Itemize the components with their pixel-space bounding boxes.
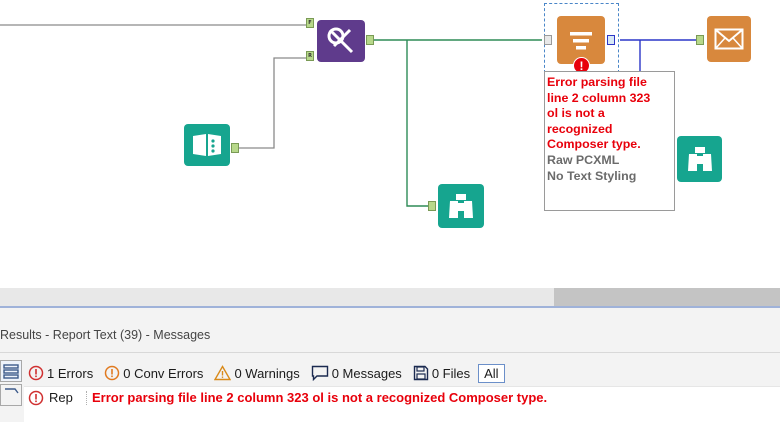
report-input-anchor[interactable] bbox=[544, 35, 552, 45]
message-row[interactable]: Rep Error parsing file line 2 column 323… bbox=[24, 386, 780, 408]
message-filter-bar: 1 Errors 0 Conv Errors 0 Warnings 0 Mess… bbox=[28, 362, 516, 384]
filter-warnings-label: 0 Warnings bbox=[234, 365, 300, 381]
tooltip-error-text: Error parsing file line 2 column 323 ol … bbox=[547, 75, 651, 152]
data-grid-icon bbox=[5, 388, 19, 394]
conversion-error-icon bbox=[104, 365, 120, 381]
book-output-anchor[interactable] bbox=[231, 143, 239, 153]
column-divider bbox=[86, 390, 87, 405]
scrollbar-thumb[interactable] bbox=[554, 288, 780, 306]
formula-tool-icon bbox=[327, 27, 354, 54]
formula-tool[interactable] bbox=[317, 20, 365, 62]
binoculars-icon bbox=[449, 194, 473, 218]
anchor-r-label: R bbox=[308, 53, 312, 59]
browse-tool-bottom[interactable] bbox=[438, 184, 484, 228]
file-save-icon bbox=[413, 365, 429, 381]
message-text: Error parsing file line 2 column 323 ol … bbox=[92, 390, 548, 405]
browse-tool-right[interactable] bbox=[677, 136, 722, 182]
formula-output-anchor[interactable] bbox=[366, 35, 374, 45]
filter-files-button[interactable]: 0 Files bbox=[413, 365, 470, 381]
error-circle-icon bbox=[28, 365, 44, 381]
book-input-tool[interactable] bbox=[184, 124, 230, 166]
filter-files-label: 0 Files bbox=[431, 365, 471, 381]
envelope-icon bbox=[714, 28, 744, 50]
formula-input-r-anchor[interactable]: R bbox=[306, 51, 314, 61]
tool-error-tooltip: Error parsing file line 2 column 323 ol … bbox=[544, 71, 675, 211]
filter-messages-button[interactable]: 0 Messages bbox=[311, 365, 402, 381]
canvas-horizontal-scrollbar[interactable] bbox=[0, 288, 780, 306]
error-circle-icon bbox=[28, 390, 44, 406]
message-tool-name: Rep bbox=[49, 390, 73, 405]
filter-messages-label: 0 Messages bbox=[331, 365, 402, 381]
email-input-anchor[interactable] bbox=[696, 35, 704, 45]
filter-errors-button[interactable]: 1 Errors bbox=[28, 365, 93, 381]
filter-conv-errors-button[interactable]: 0 Conv Errors bbox=[104, 365, 203, 381]
anchor-f-label: F bbox=[308, 20, 312, 26]
warning-triangle-icon bbox=[214, 365, 232, 381]
formula-input-f-anchor[interactable]: F bbox=[306, 18, 314, 28]
list-view-icon bbox=[3, 364, 19, 379]
email-tool[interactable] bbox=[707, 16, 751, 62]
filter-errors-label: 1 Errors bbox=[47, 365, 94, 381]
results-panel-title: Results - Report Text (39) - Messages bbox=[0, 328, 211, 342]
messages-view-button[interactable] bbox=[0, 360, 22, 382]
browse-bottom-input-anchor[interactable] bbox=[428, 201, 436, 211]
binoculars-icon bbox=[687, 147, 712, 171]
tooltip-meta-line: Raw PCXML bbox=[547, 152, 620, 167]
filter-conv-errors-label: 0 Conv Errors bbox=[123, 365, 204, 381]
message-bubble-icon bbox=[311, 365, 329, 381]
open-book-icon bbox=[193, 134, 221, 156]
report-output-anchor[interactable] bbox=[607, 35, 615, 45]
report-text-icon bbox=[570, 32, 592, 50]
filter-all-label: All bbox=[484, 365, 499, 381]
results-side-toolbar bbox=[0, 360, 22, 422]
filter-warnings-button[interactable]: 0 Warnings bbox=[214, 365, 300, 381]
message-row-empty bbox=[24, 408, 780, 422]
results-panel: Results - Report Text (39) - Messages 1 … bbox=[0, 306, 780, 422]
workflow-canvas[interactable]: F R ! Error parsing file line 2 column 3… bbox=[0, 0, 780, 288]
data-view-button[interactable] bbox=[0, 384, 22, 406]
tooltip-meta-line: No Text Styling bbox=[547, 168, 637, 183]
divider bbox=[0, 352, 780, 353]
filter-all-button[interactable]: All bbox=[478, 363, 505, 383]
